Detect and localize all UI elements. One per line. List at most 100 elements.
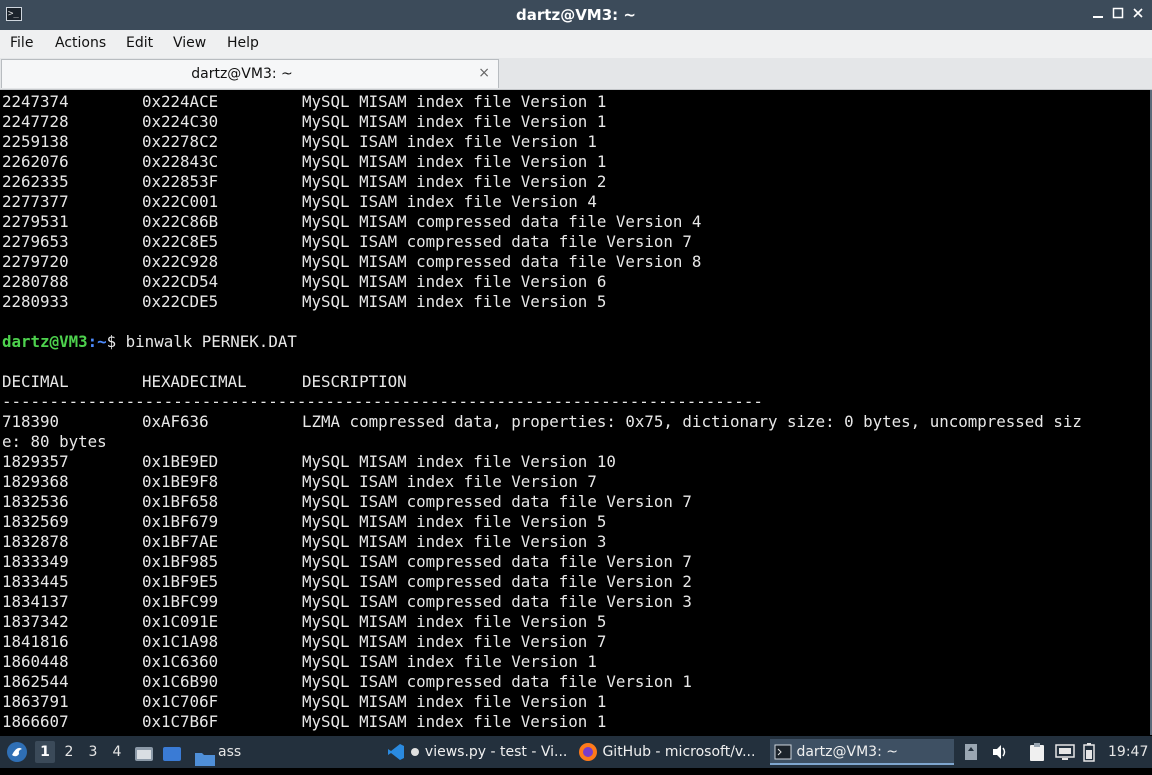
- folder-icon: [195, 753, 215, 766]
- close-icon: [1133, 8, 1143, 18]
- hex-cell: 0x1BF985: [142, 552, 219, 571]
- start-menu-icon: [7, 742, 27, 762]
- description-cell: MySQL MISAM compressed data file Version…: [302, 252, 702, 271]
- terminal-output[interactable]: 2247374 0x224ACE MySQL MISAM index file Ve…: [0, 90, 1152, 735]
- close-button[interactable]: [1130, 7, 1146, 23]
- hex-cell: 0x22C928: [142, 252, 219, 271]
- decimal-cell: 1834137: [2, 592, 69, 611]
- description-cell: MySQL ISAM index file Version 1: [302, 652, 597, 671]
- decimal-cell: 2279720: [2, 252, 69, 271]
- decimal-cell: 2247728: [2, 112, 69, 131]
- tray-updates[interactable]: [963, 742, 979, 762]
- tab-close-button[interactable]: ×: [478, 65, 490, 81]
- firefox-icon: [579, 743, 597, 761]
- menu-view[interactable]: View: [173, 35, 206, 51]
- volume-icon: [993, 745, 1006, 759]
- task-terminal[interactable]: dartz@VM3: ~: [770, 739, 954, 765]
- description-cell: MySQL MISAM index file Version 5: [302, 512, 607, 531]
- description-cell: MySQL MISAM index file Version 1: [302, 112, 607, 131]
- tray-battery[interactable]: [1082, 742, 1096, 762]
- task-vscode[interactable]: views.py - test - Vi...: [386, 739, 566, 765]
- decimal-cell: 2279653: [2, 232, 69, 251]
- description-cell: MySQL ISAM compressed data file Version …: [302, 232, 692, 251]
- header-hex: HEXADECIMAL: [142, 372, 247, 391]
- hex-cell: 0x1C6360: [142, 652, 219, 671]
- start-menu-button[interactable]: [6, 741, 28, 763]
- file-manager-launcher[interactable]: [134, 743, 154, 761]
- description-cell: MySQL ISAM index file Version 4: [302, 192, 597, 211]
- decimal-cell: 2280933: [2, 292, 69, 311]
- hex-cell: 0x22C86B: [142, 212, 219, 231]
- decimal-cell: 1832878: [2, 532, 69, 551]
- hex-cell: 0x2278C2: [142, 132, 219, 151]
- window-titlebar: >_ dartz@VM3: ~: [0, 0, 1152, 30]
- menu-edit[interactable]: Edit: [126, 35, 153, 51]
- desktop-icon: [163, 747, 181, 761]
- window-title: dartz@VM3: ~: [516, 6, 636, 24]
- tray-volume[interactable]: [990, 742, 1010, 762]
- minimize-icon: [1093, 16, 1103, 18]
- hex-cell: 0x224ACE: [142, 92, 219, 111]
- menu-file[interactable]: File: [10, 35, 33, 51]
- hex-cell: 0x1BF658: [142, 492, 219, 511]
- workspace-2[interactable]: 2: [59, 741, 79, 763]
- folder-launcher[interactable]: [194, 742, 216, 766]
- description-cell: MySQL MISAM index file Version 10: [302, 452, 616, 471]
- battery-icon: [1083, 743, 1095, 762]
- folder-label[interactable]: ass: [218, 736, 241, 768]
- decimal-cell: 1829357: [2, 452, 69, 471]
- description-cell: MySQL ISAM compressed data file Version …: [302, 592, 692, 611]
- tab-terminal[interactable]: dartz@VM3: ~ ×: [1, 59, 499, 88]
- decimal-cell: 1860448: [2, 652, 69, 671]
- file-manager-icon: [135, 747, 153, 761]
- decimal-cell: 1832536: [2, 492, 69, 511]
- wrapped-line: e: 80 bytes: [2, 432, 107, 451]
- workspace-1[interactable]: 1: [35, 741, 55, 763]
- decimal-cell: 2259138: [2, 132, 69, 151]
- description-cell: MySQL ISAM compressed data file Version …: [302, 552, 692, 571]
- prompt-path: :~: [87, 332, 107, 351]
- description-cell: MySQL MISAM index file Version 5: [302, 612, 607, 631]
- taskbar: 1 2 3 4 ass views.py - test - Vi... GitH…: [0, 736, 1152, 768]
- hex-cell: 0x1BFC99: [142, 592, 219, 611]
- update-icon: [965, 744, 977, 760]
- menu-help[interactable]: Help: [227, 35, 259, 51]
- workspace-4[interactable]: 4: [107, 741, 127, 763]
- tab-label: dartz@VM3: ~: [191, 66, 293, 82]
- menu-bar: File Actions Edit View Help: [0, 30, 1152, 59]
- hex-cell: 0x1C1A98: [142, 632, 219, 651]
- hex-cell: 0x22C8E5: [142, 232, 219, 251]
- hex-cell: 0x22C001: [142, 192, 219, 211]
- prompt-command: $ binwalk PERNEK.DAT: [106, 332, 297, 351]
- maximize-button[interactable]: [1110, 7, 1126, 23]
- tray-network[interactable]: [1054, 742, 1076, 762]
- task-firefox-label: GitHub - microsoft/v...: [602, 744, 756, 760]
- task-firefox[interactable]: GitHub - microsoft/v...: [578, 739, 762, 765]
- description-cell: MySQL MISAM index file Version 5: [302, 292, 607, 311]
- decimal-cell: 2279531: [2, 212, 69, 231]
- minimize-button[interactable]: [1090, 7, 1106, 23]
- maximize-icon: [1112, 7, 1124, 19]
- description-cell: MySQL MISAM compressed data file Version…: [302, 212, 702, 231]
- description-cell: MySQL MISAM index file Version 2: [302, 172, 607, 191]
- hex-cell: 0x22CD54: [142, 272, 219, 291]
- decimal-cell: 2247374: [2, 92, 69, 111]
- clock[interactable]: 19:47: [1108, 736, 1148, 768]
- hex-cell: 0x1BE9F8: [142, 472, 219, 491]
- terminal-icon: [774, 744, 792, 760]
- header-decimal: DECIMAL: [2, 372, 69, 391]
- hex-cell: 0x1C091E: [142, 612, 219, 631]
- description-cell: MySQL ISAM compressed data file Version …: [302, 572, 692, 591]
- description-cell: MySQL MISAM index file Version 1: [302, 712, 607, 731]
- show-desktop-launcher[interactable]: [162, 743, 182, 761]
- hex-cell: 0x1BF679: [142, 512, 219, 531]
- menu-actions[interactable]: Actions: [55, 35, 106, 51]
- decimal-cell: 1833445: [2, 572, 69, 591]
- hex-cell: 0x1C7B6F: [142, 712, 219, 731]
- tray-clipboard[interactable]: [1028, 742, 1046, 762]
- decimal-cell: 2280788: [2, 272, 69, 291]
- description-cell: MySQL ISAM index file Version 1: [302, 132, 597, 151]
- hex-cell: 0x22CDE5: [142, 292, 219, 311]
- prompt-user: dartz@VM3: [2, 332, 88, 351]
- workspace-3[interactable]: 3: [83, 741, 103, 763]
